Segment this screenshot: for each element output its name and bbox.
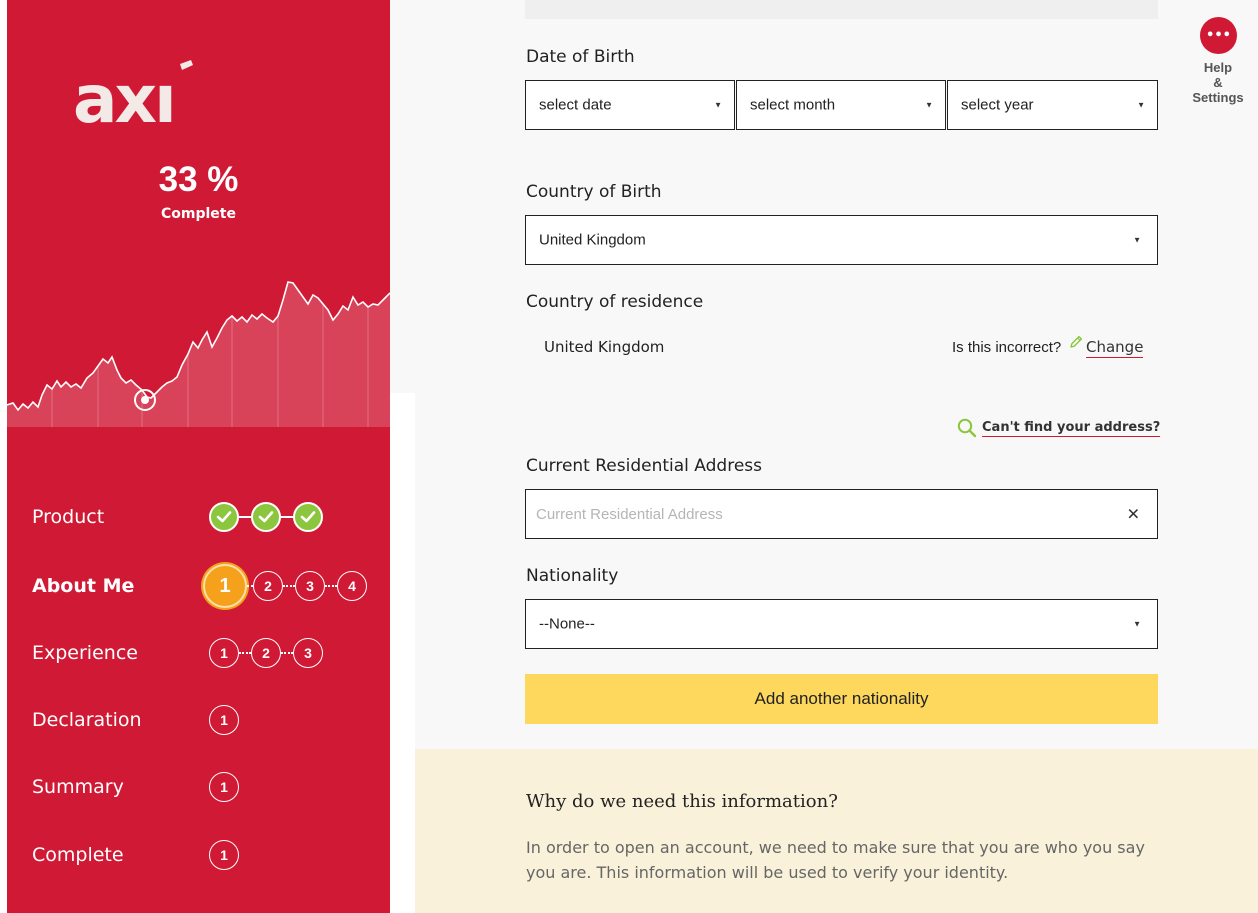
country-of-birth-select[interactable]: United Kingdom ▼	[525, 215, 1158, 265]
step-product[interactable]: Product	[7, 495, 390, 539]
caret-down-icon: ▼	[1133, 619, 1141, 629]
clear-icon[interactable]: ✕	[1127, 505, 1140, 524]
help-label-line: Help	[1203, 60, 1233, 75]
step-declaration[interactable]: Declaration 1	[7, 698, 390, 742]
step-dot[interactable]: 4	[337, 571, 367, 601]
country-of-birth-value: United Kingdom	[539, 231, 646, 249]
residence-label: Country of residence	[526, 292, 704, 312]
dob-date-select[interactable]: select date ▼	[525, 80, 735, 130]
step-label-product: Product	[32, 506, 105, 528]
help-settings-button[interactable]: •••	[1200, 17, 1237, 54]
residence-value: United Kingdom	[544, 338, 665, 356]
address-input[interactable]	[526, 490, 1116, 538]
step-label-complete: Complete	[32, 844, 124, 866]
step-experience-dots: 1 2 3	[209, 631, 323, 675]
step-label-declaration: Declaration	[32, 709, 142, 731]
progress-percent: 33 %	[158, 160, 239, 199]
dob-label: Date of Birth	[526, 47, 635, 67]
step-about-me-dots: 1 2 3 4	[203, 564, 367, 608]
check-icon	[251, 502, 281, 532]
step-summary[interactable]: Summary 1	[7, 765, 390, 809]
step-dot[interactable]: 1	[209, 840, 239, 870]
more-dots-icon: •••	[1206, 28, 1231, 43]
progress-sidebar: axı 33 % Complete Product About Me 1 2 3…	[7, 0, 390, 913]
dob-date-value: select date	[539, 96, 612, 114]
cant-find-address-link[interactable]: Can't find your address?	[982, 420, 1161, 437]
step-dot[interactable]: 2	[251, 638, 281, 668]
step-dot[interactable]: 1	[209, 772, 239, 802]
address-field: ✕	[525, 489, 1158, 539]
pencil-icon[interactable]	[1068, 334, 1084, 354]
help-label-line: Settings	[1192, 90, 1244, 105]
caret-down-icon: ▼	[1133, 235, 1141, 245]
step-dot-current[interactable]: 1	[203, 564, 247, 608]
form-background-edge	[390, 393, 415, 749]
step-complete[interactable]: Complete 1	[7, 833, 390, 877]
help-label-line: &	[1213, 75, 1223, 90]
step-dot[interactable]: 1	[209, 705, 239, 735]
caret-down-icon: ▼	[925, 100, 933, 110]
progress-label: Complete	[161, 206, 236, 222]
step-label-summary: Summary	[32, 776, 124, 798]
dob-year-value: select year	[961, 96, 1034, 114]
nationality-label: Nationality	[526, 566, 619, 586]
residence-question: Is this incorrect?	[952, 339, 1062, 356]
step-label-experience: Experience	[32, 642, 138, 664]
step-product-dots	[209, 495, 323, 539]
decorative-stock-chart	[7, 281, 390, 427]
dob-year-select[interactable]: select year ▼	[947, 80, 1158, 130]
step-label-about-me: About Me	[32, 575, 135, 597]
dob-month-select[interactable]: select month ▼	[736, 80, 946, 130]
step-dot[interactable]: 3	[295, 571, 325, 601]
step-complete-dots: 1	[209, 833, 239, 877]
help-settings-label[interactable]: Help & Settings	[1186, 60, 1250, 105]
nationality-select[interactable]: --None-- ▼	[525, 599, 1158, 649]
dob-month-value: select month	[750, 96, 836, 114]
check-icon	[209, 502, 239, 532]
info-panel: Why do we need this information? In orde…	[415, 749, 1258, 913]
caret-down-icon: ▼	[1137, 100, 1145, 110]
nationality-value: --None--	[539, 615, 595, 633]
change-residence-link[interactable]: Change	[1086, 338, 1144, 358]
svg-text:axı: axı	[73, 61, 174, 126]
search-icon[interactable]	[957, 418, 977, 442]
country-of-birth-label: Country of Birth	[526, 182, 662, 202]
previous-field-strip	[525, 0, 1158, 19]
check-icon	[293, 502, 323, 532]
info-text: In order to open an account, we need to …	[526, 838, 1145, 882]
step-dot[interactable]: 1	[209, 638, 239, 668]
step-declaration-dots: 1	[209, 698, 239, 742]
step-about-me[interactable]: About Me 1 2 3 4	[7, 564, 390, 608]
add-nationality-button[interactable]: Add another nationality	[525, 674, 1158, 724]
step-dot[interactable]: 3	[293, 638, 323, 668]
address-label: Current Residential Address	[526, 456, 762, 476]
step-experience[interactable]: Experience 1 2 3	[7, 631, 390, 675]
axi-logo: axı	[73, 60, 205, 138]
step-summary-dots: 1	[209, 765, 239, 809]
step-dot[interactable]: 2	[253, 571, 283, 601]
info-title: Why do we need this information?	[526, 791, 838, 812]
caret-down-icon: ▼	[714, 100, 722, 110]
